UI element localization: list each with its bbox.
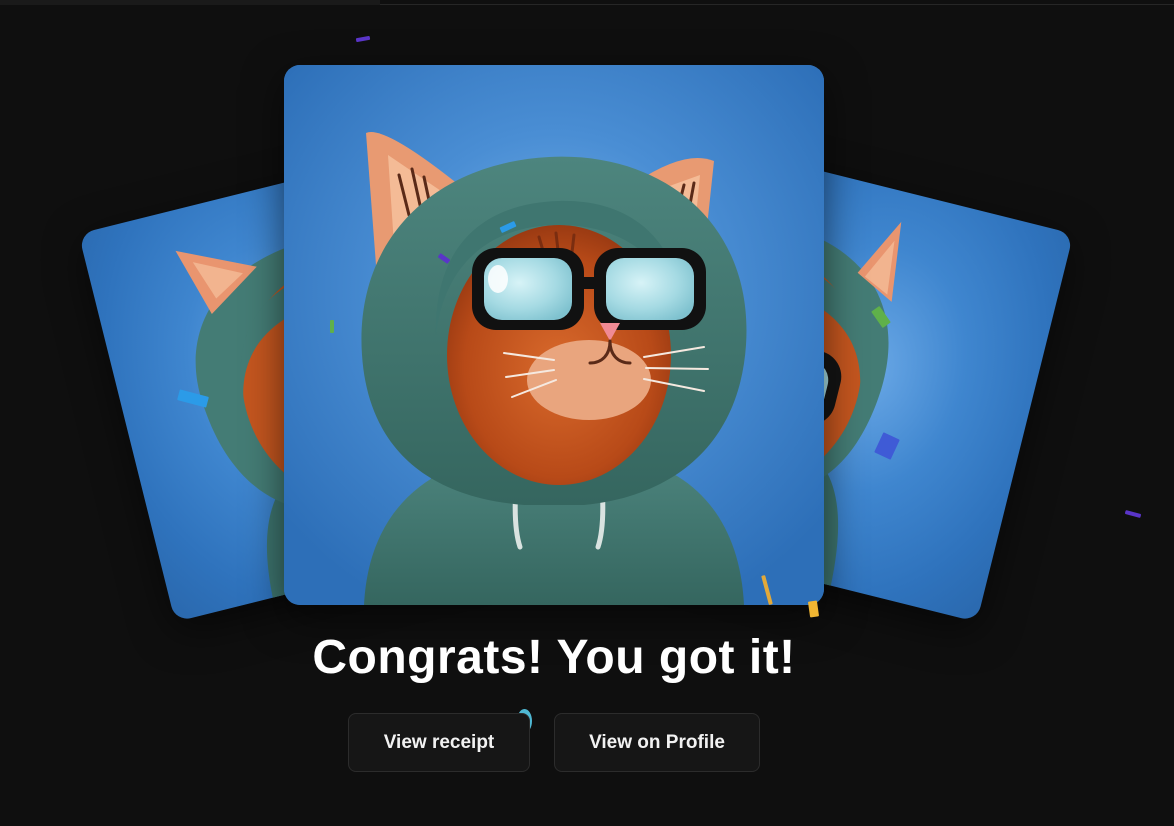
confetti-piece bbox=[330, 320, 334, 333]
nft-card-center[interactable] bbox=[284, 65, 824, 605]
confetti-piece bbox=[807, 600, 820, 618]
purchase-success-screen: Congrats! You got it! View receipt View … bbox=[0, 0, 1174, 826]
success-headline: Congrats! You got it! bbox=[312, 631, 796, 684]
view-on-profile-button[interactable]: View on Profile bbox=[554, 713, 760, 772]
top-progress-segment bbox=[0, 0, 380, 5]
view-receipt-button[interactable]: View receipt bbox=[348, 713, 530, 772]
confetti-piece bbox=[355, 35, 371, 43]
confetti-piece bbox=[1124, 509, 1142, 519]
cat-hoodie-glasses-icon bbox=[284, 65, 824, 605]
